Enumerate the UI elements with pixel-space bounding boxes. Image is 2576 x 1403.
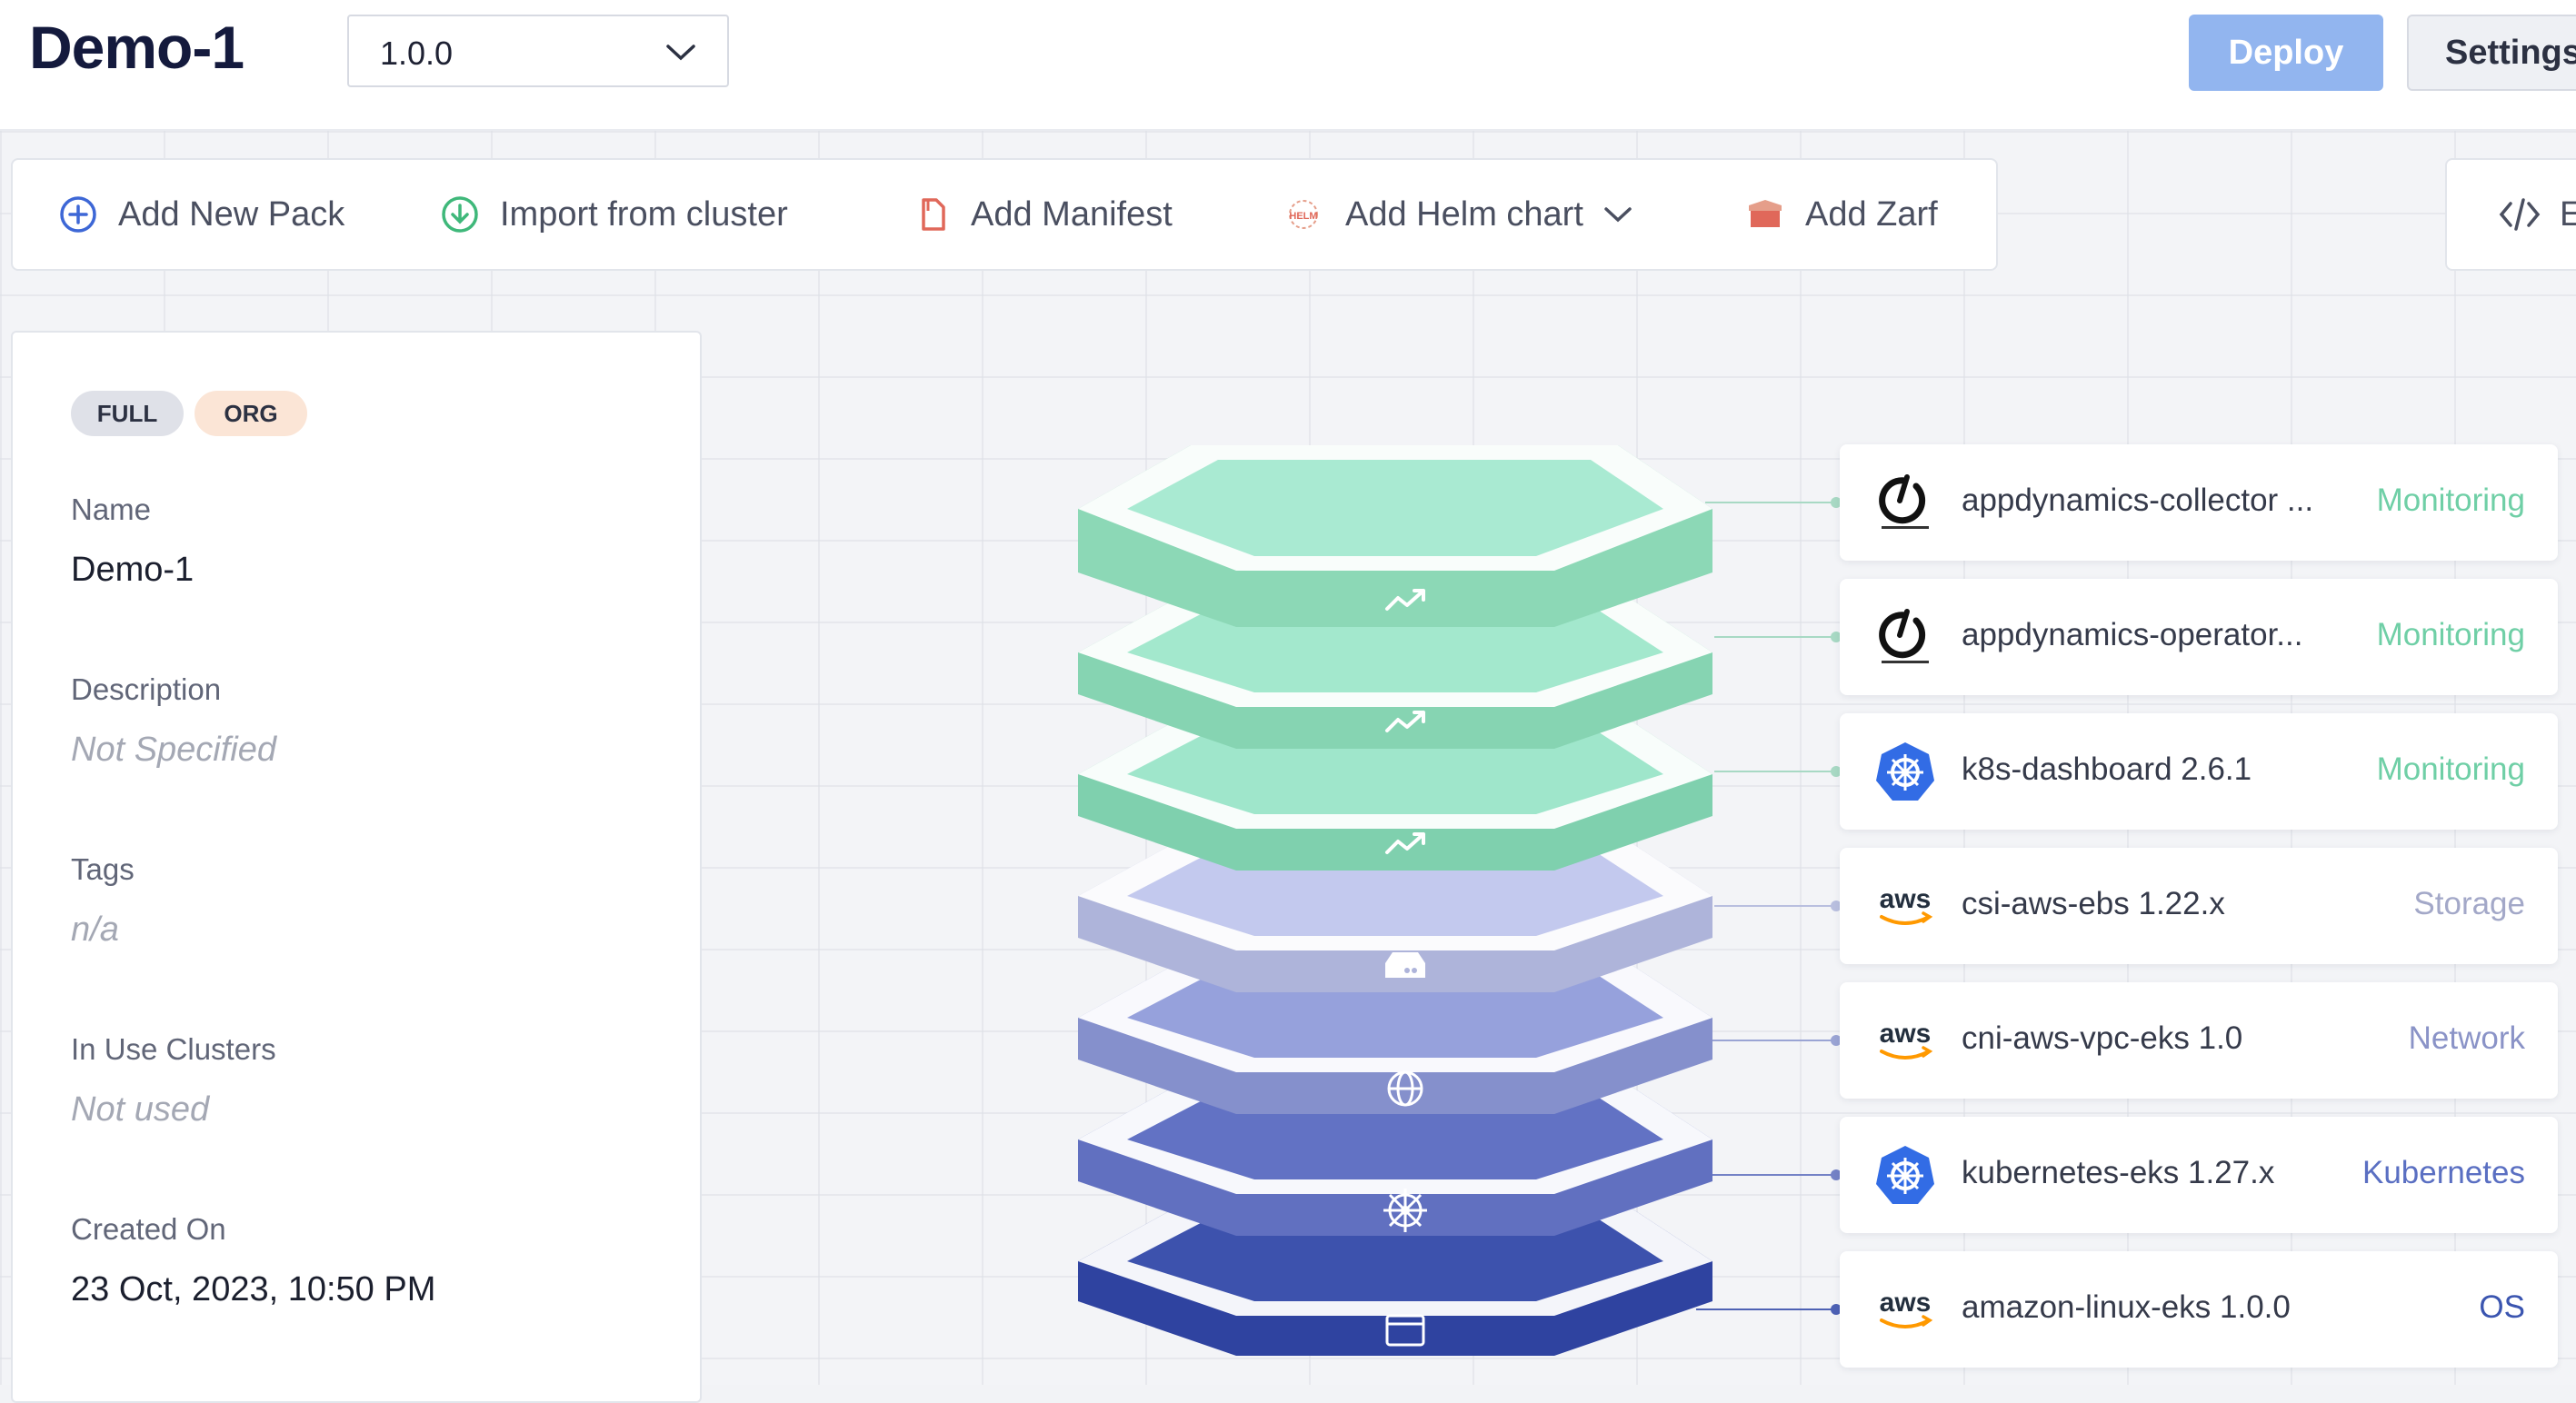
svg-text:aws: aws: [1880, 1288, 1932, 1318]
helm-wheel-icon: [1383, 1189, 1427, 1232]
pack-type: Storage: [2413, 886, 2525, 921]
appdynamics-logo: [1879, 474, 1929, 529]
storage-icon: [1385, 952, 1425, 978]
pack-name: amazon-linux-eks 1.0.0: [1962, 1289, 2291, 1325]
pack-name: k8s-dashboard 2.6.1: [1962, 751, 2252, 787]
aws-logo: aws: [1880, 884, 1933, 925]
pack-type: Monitoring: [2376, 617, 2525, 652]
pack-name: appdynamics-collector ...: [1962, 483, 2314, 518]
pack-type: Monitoring: [2376, 483, 2525, 518]
pack-type: Network: [2408, 1020, 2525, 1056]
kubernetes-logo: [1876, 742, 1934, 801]
pack-name: kubernetes-eks 1.27.x: [1962, 1155, 2275, 1190]
aws-logo: aws: [1880, 1019, 1933, 1060]
svg-text:aws: aws: [1880, 884, 1932, 914]
layer-monitoring-1[interactable]: [1078, 445, 1712, 627]
aws-logo: aws: [1880, 1288, 1933, 1328]
pack-card-csi-aws-ebs[interactable]: aws csi-aws-ebs 1.22.x Storage: [1840, 848, 2558, 964]
pack-type: Monitoring: [2376, 751, 2525, 787]
pack-card-cni-aws-vpc-eks[interactable]: aws cni-aws-vpc-eks 1.0 Network: [1840, 982, 2558, 1099]
pack-card-amazon-linux-eks[interactable]: aws amazon-linux-eks 1.0.0 OS: [1840, 1251, 2558, 1368]
pack-card-appdynamics-collector[interactable]: appdynamics-collector ... Monitoring: [1840, 444, 2558, 561]
pack-card-appdynamics-operator[interactable]: appdynamics-operator... Monitoring: [1840, 579, 2558, 695]
pack-name: cni-aws-vpc-eks 1.0: [1962, 1020, 2243, 1056]
pack-name: csi-aws-ebs 1.22.x: [1962, 886, 2225, 921]
kubernetes-logo: [1876, 1146, 1934, 1204]
pack-card-kubernetes-eks[interactable]: kubernetes-eks 1.27.x Kubernetes: [1840, 1117, 2558, 1233]
pack-name: appdynamics-operator...: [1962, 617, 2303, 652]
pack-type: OS: [2479, 1289, 2525, 1325]
svg-text:aws: aws: [1880, 1019, 1932, 1049]
pack-type: Kubernetes: [2361, 1155, 2525, 1190]
appdynamics-logo: [1879, 609, 1929, 663]
pack-card-k8s-dashboard[interactable]: k8s-dashboard 2.6.1 Monitoring: [1840, 713, 2558, 830]
